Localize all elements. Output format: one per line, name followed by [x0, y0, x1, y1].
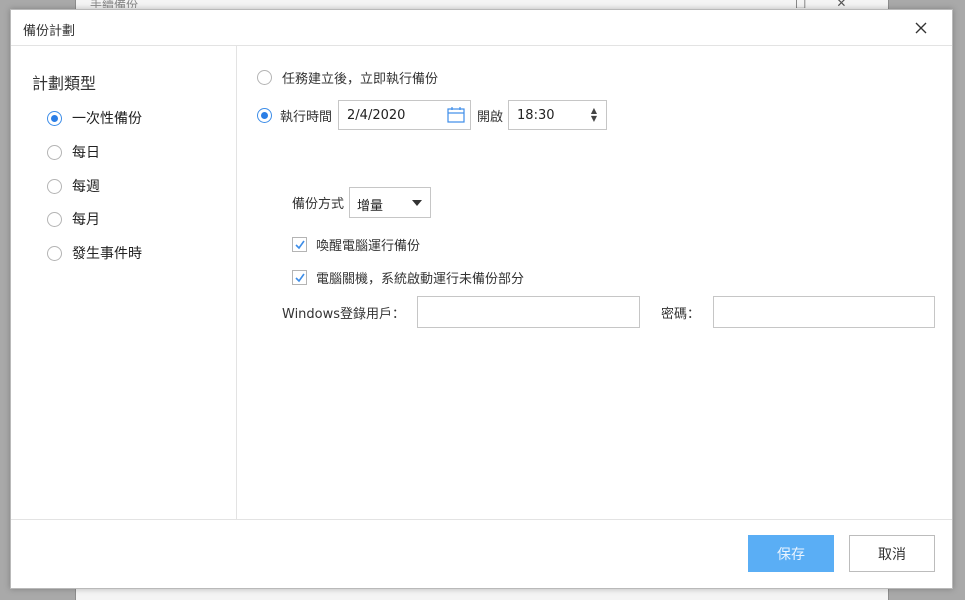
plan-type-daily[interactable]: 每日 [47, 142, 100, 162]
plan-type-daily-label: 每日 [72, 145, 100, 161]
windows-user-label: Windows登錄用戶： [282, 306, 406, 322]
radio-weekly[interactable] [47, 178, 62, 194]
checkmark-icon [295, 273, 305, 283]
radio-daily[interactable] [47, 144, 62, 160]
wake-computer-label: 喚醒電腦運行備份 [316, 239, 421, 254]
plan-type-weekly-label: 每週 [72, 179, 100, 195]
plan-type-once-label: 一次性備份 [72, 111, 142, 127]
spinner-icon[interactable]: ▲ ▼ [591, 107, 597, 123]
plan-type-title: 計劃類型 [32, 74, 97, 93]
radio-monthly[interactable] [47, 211, 62, 227]
credentials-row: Windows登錄用戶： 密碼： [282, 296, 935, 328]
run-missed-row[interactable]: 電腦關機，系統啟動運行未備份部分 [292, 268, 524, 287]
run-missed-label: 電腦關機，系統啟動運行未備份部分 [316, 272, 525, 287]
close-icon [915, 22, 927, 34]
plan-type-weekly[interactable]: 每週 [47, 176, 100, 196]
plan-type-sidebar: 計劃類型 一次性備份 每日 每週 每月 發生事件時 [11, 46, 237, 519]
radio-event[interactable] [47, 245, 62, 261]
dialog-title: 備份計劃 [23, 24, 76, 39]
background-window-controls: □✕ [795, 0, 877, 8]
backup-method-select[interactable]: 增量 [349, 187, 432, 218]
password-input[interactable] [713, 296, 935, 328]
plan-type-event-label: 發生事件時 [72, 246, 142, 262]
option-immediate-label: 任務建立後，立即執行備份 [282, 72, 439, 87]
plan-type-monthly[interactable]: 每月 [47, 209, 100, 229]
radio-immediate[interactable] [257, 70, 272, 85]
time-input[interactable]: 18:30 ▲ ▼ [508, 100, 608, 130]
save-button[interactable]: 保存 [748, 535, 834, 572]
password-label: 密碼： [661, 306, 701, 322]
dialog-titlebar: 備份計劃 [11, 10, 952, 46]
windows-user-input[interactable] [417, 296, 640, 328]
cancel-button[interactable]: 取消 [849, 535, 935, 572]
backup-method-value: 增量 [357, 199, 384, 214]
date-value: 2/4/2020 [347, 108, 406, 123]
dialog-footer: 保存 取消 [11, 519, 952, 589]
backup-method-row: 備份方式 增量 [292, 187, 432, 218]
plan-type-once[interactable]: 一次性備份 [47, 108, 142, 128]
schedule-settings: 任務建立後，立即執行備份 執行時間 2/4/2020 開啟 18:30 ▲ ▼ … [237, 46, 952, 519]
option-scheduled-label: 執行時間 [280, 109, 333, 125]
radio-once[interactable] [47, 110, 62, 126]
date-picker[interactable]: 2/4/2020 [338, 100, 472, 130]
close-button[interactable] [912, 19, 930, 37]
radio-scheduled[interactable] [257, 107, 272, 123]
run-missed-checkbox[interactable] [292, 270, 307, 285]
time-value: 18:30 [517, 108, 555, 123]
backup-method-label: 備份方式 [292, 197, 345, 212]
calendar-icon[interactable] [446, 106, 466, 128]
start-label: 開啟 [477, 109, 504, 125]
wake-computer-row[interactable]: 喚醒電腦運行備份 [292, 235, 420, 254]
plan-type-monthly-label: 每月 [72, 212, 100, 228]
plan-type-event[interactable]: 發生事件時 [47, 243, 142, 263]
background-window-title: 手續備份 [90, 0, 139, 8]
option-immediate[interactable]: 任務建立後，立即執行備份 [257, 68, 438, 87]
dropdown-arrow-icon [412, 200, 423, 206]
option-scheduled-row: 執行時間 2/4/2020 開啟 18:30 ▲ ▼ [257, 100, 608, 130]
checkmark-icon [295, 240, 305, 250]
backup-schedule-dialog: 備份計劃 計劃類型 一次性備份 每日 每週 每月 發生事件時 任務建立後，立即執… [10, 9, 953, 589]
wake-computer-checkbox[interactable] [292, 237, 307, 252]
